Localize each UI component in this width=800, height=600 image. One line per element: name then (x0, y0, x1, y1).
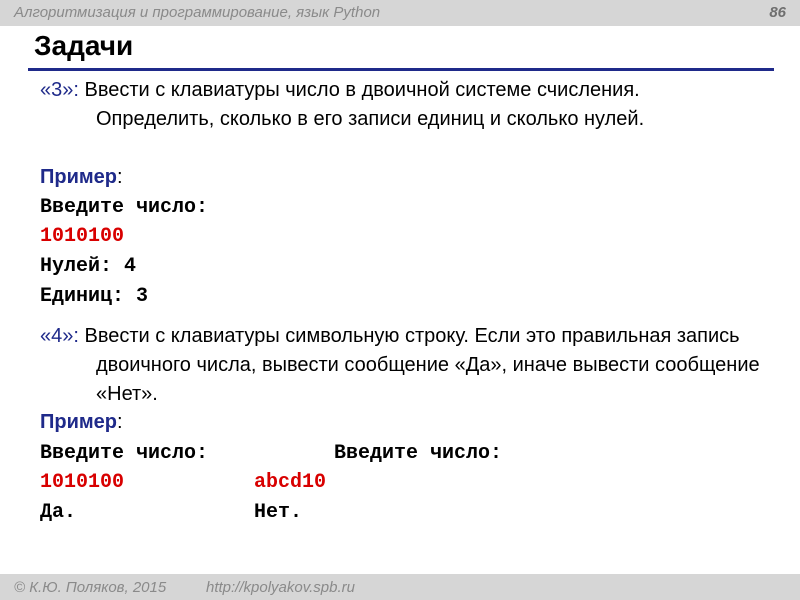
example-label-colon: : (117, 411, 123, 433)
task-3-prompt: Введите число: (40, 196, 209, 219)
task-3-number: «3» (40, 79, 74, 101)
task-3: «3»: Ввести с клавиатуры число в двоично… (40, 76, 760, 134)
task-4-example-1-output: Да. (40, 501, 77, 524)
task-3-text: «3»: Ввести с клавиатуры число в двоично… (40, 76, 760, 134)
course-title: Алгоритмизация и программирование, язык … (14, 4, 381, 21)
task-4-example-2-input: abcd10 (254, 471, 327, 494)
task-3-example-label: Пример: (40, 166, 123, 189)
task-4-example-1-input: 1010100 (40, 471, 125, 494)
footer-copyright: © К.Ю. Поляков, 2015 (14, 579, 167, 596)
task-4-number: «4» (40, 325, 74, 347)
footer-url: http://kpolyakov.spb.ru (206, 579, 355, 596)
title-underline (28, 68, 774, 71)
task-3-zeros: Нулей: 4 (40, 255, 137, 278)
example-label-text: Пример (40, 411, 118, 433)
task-4-example-2-output: Нет. (254, 501, 303, 524)
footer-bar: © К.Ю. Поляков, 2015 http://kpolyakov.sp… (0, 574, 800, 600)
example-label-text: Пример (40, 166, 118, 188)
task-4-example-2-prompt: Введите число: (334, 442, 503, 465)
task-3-ones: Единиц: 3 (40, 285, 149, 308)
task-4-example-1-prompt: Введите число: (40, 442, 209, 465)
task-4-example-label: Пример: (40, 411, 123, 434)
header-bar: Алгоритмизация и программирование, язык … (0, 0, 800, 26)
task-4: «4»: Ввести с клавиатуры символьную стро… (40, 322, 760, 409)
page-number: 86 (769, 4, 786, 21)
slide-title: Задачи (34, 30, 134, 61)
task-3-description: Ввести с клавиатуры число в двоичной сис… (78, 79, 645, 130)
example-label-colon: : (117, 166, 123, 188)
task-3-input: 1010100 (40, 225, 125, 248)
task-4-description: Ввести с клавиатуры символьную строку. Е… (78, 325, 760, 405)
task-4-text: «4»: Ввести с клавиатуры символьную стро… (40, 322, 760, 409)
